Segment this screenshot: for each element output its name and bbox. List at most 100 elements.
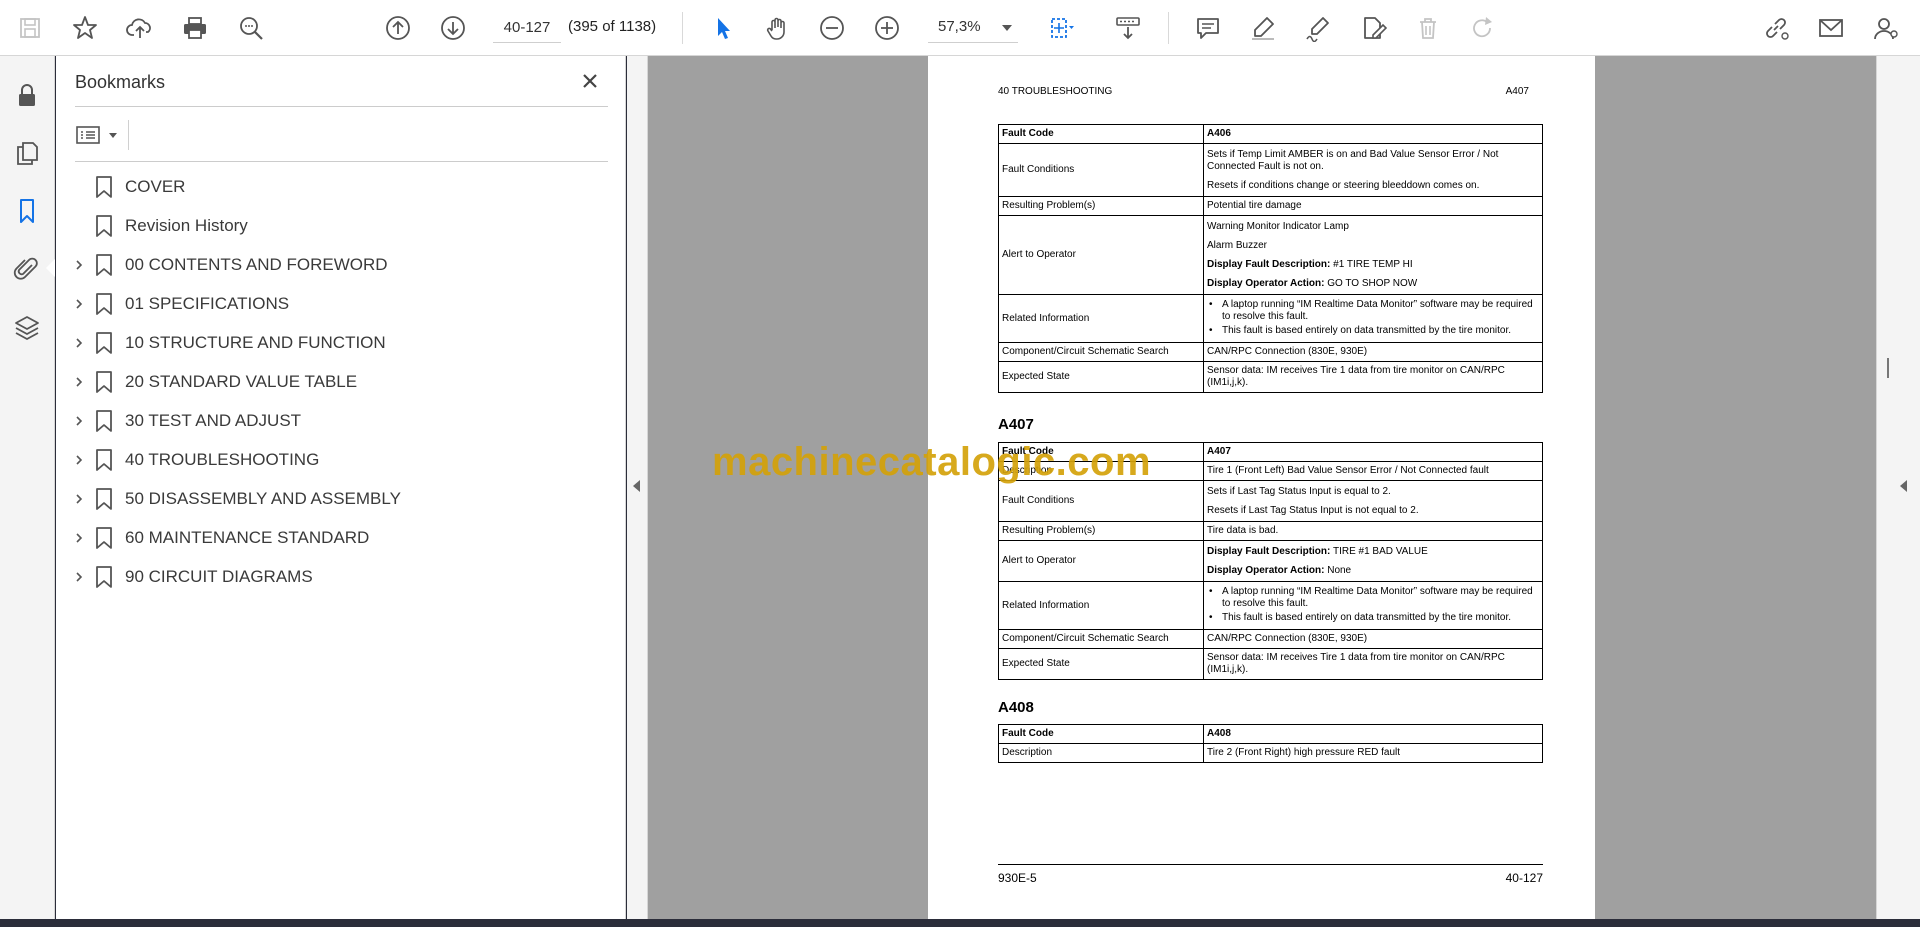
scrollbar-thumb[interactable]: [1887, 358, 1889, 378]
section-title-a408: A408: [998, 699, 1034, 716]
close-icon[interactable]: [575, 66, 605, 96]
layers-icon[interactable]: [8, 308, 46, 346]
chevron-right-icon[interactable]: [70, 412, 88, 430]
chevron-right-icon[interactable]: [70, 256, 88, 274]
bookmark-item-cover[interactable]: COVER: [56, 168, 626, 206]
delete-icon[interactable]: [1409, 9, 1447, 47]
cell-label: Related Information: [998, 294, 1204, 343]
bookmark-item-structure-function[interactable]: 10 STRUCTURE AND FUNCTION: [56, 324, 626, 362]
cell-label: Resulting Problem(s): [998, 521, 1204, 541]
next-page-icon[interactable]: [434, 9, 472, 47]
draw-signature-icon[interactable]: [1299, 9, 1337, 47]
bookmark-item-standard-value-table[interactable]: 20 STANDARD VALUE TABLE: [56, 363, 626, 401]
bookmark-icon: [94, 293, 114, 315]
find-zoom-icon[interactable]: [232, 9, 270, 47]
bookmark-label: 90 CIRCUIT DIAGRAMS: [125, 567, 313, 586]
footer-rule: [998, 864, 1543, 865]
page-header-left: 40 TROUBLESHOOTING: [998, 86, 1113, 97]
bookmark-icon: [94, 176, 114, 198]
bookmark-label: 20 STANDARD VALUE TABLE: [125, 372, 358, 391]
comment-icon[interactable]: [1189, 9, 1227, 47]
cell-value: CAN/RPC Connection (830E, 930E): [1203, 629, 1543, 649]
bookmark-item-contents-foreword[interactable]: 00 CONTENTS AND FOREWORD: [56, 246, 626, 284]
pdf-viewer-app: (395 of 1138) 57,3%: [0, 0, 1920, 927]
bookmark-item-circuit-diagrams[interactable]: 90 CIRCUIT DIAGRAMS: [56, 558, 626, 596]
chevron-right-icon[interactable]: [70, 490, 88, 508]
email-icon[interactable]: [1812, 9, 1850, 47]
zoom-in-icon[interactable]: [868, 9, 906, 47]
chevron-right-icon[interactable]: [70, 295, 88, 313]
cell-label: Expected State: [998, 648, 1204, 680]
share-link-icon[interactable]: [1757, 9, 1795, 47]
panel-collapse-handle[interactable]: [627, 56, 648, 919]
hand-tool-icon[interactable]: [759, 9, 797, 47]
bookmark-label: 00 CONTENTS AND FOREWORD: [125, 255, 388, 274]
bookmark-item-test-adjust[interactable]: 30 TEST AND ADJUST: [56, 402, 626, 440]
star-icon[interactable]: [66, 9, 104, 47]
chevron-down-icon: [109, 133, 117, 138]
zoom-out-icon[interactable]: [813, 9, 851, 47]
cell-value: None: [1324, 565, 1352, 576]
bookmark-item-troubleshooting[interactable]: 40 TROUBLESHOOTING: [56, 441, 626, 479]
highlight-pen-icon[interactable]: [1244, 9, 1282, 47]
bookmark-label: 30 TEST AND ADJUST: [125, 411, 302, 430]
active-panel-pointer: [46, 259, 55, 277]
chevron-right-icon[interactable]: [70, 334, 88, 352]
cell-value: Sensor data: IM receives Tire 1 data fro…: [1203, 648, 1543, 680]
print-icon[interactable]: [176, 9, 214, 47]
right-panel-handle[interactable]: [1876, 56, 1920, 919]
cell-value: #1 TIRE TEMP HI: [1330, 259, 1413, 270]
zoom-level-dropdown[interactable]: 57,3%: [928, 13, 1018, 43]
select-cursor-icon[interactable]: [704, 9, 742, 47]
cell-value: Sensor data: IM receives Tire 1 data fro…: [1203, 361, 1543, 393]
page-number-input[interactable]: [493, 13, 561, 43]
page-footer-right: 40-127: [1505, 871, 1543, 885]
table-row: Fault Code A406: [998, 124, 1543, 144]
lock-icon[interactable]: [8, 76, 46, 114]
save-icon[interactable]: [11, 9, 49, 47]
bookmark-item-specifications[interactable]: 01 SPECIFICATIONS: [56, 285, 626, 323]
cell-value: A408: [1207, 728, 1231, 739]
bookmark-label: 10 STRUCTURE AND FUNCTION: [125, 333, 386, 352]
zoom-level-value: 57,3%: [938, 18, 981, 35]
edit-document-icon[interactable]: [1354, 9, 1392, 47]
bookmark-item-revision-history[interactable]: Revision History: [56, 207, 626, 245]
bookmark-options-button[interactable]: [75, 120, 121, 150]
cell-value: Tire 2 (Front Right) high pressure RED f…: [1203, 743, 1543, 763]
toolbar-divider: [682, 12, 683, 44]
table-row: Component/Circuit Schematic Search CAN/R…: [998, 629, 1543, 649]
bookmark-item-maintenance-standard[interactable]: 60 MAINTENANCE STANDARD: [56, 519, 626, 557]
bookmark-item-disassembly-assembly[interactable]: 50 DISASSEMBLY AND ASSEMBLY: [56, 480, 626, 518]
document-view[interactable]: 40 TROUBLESHOOTING A407 Fault Code A406 …: [648, 56, 1876, 919]
cell-value: Resets if conditions change or steering …: [1207, 180, 1480, 191]
previous-page-icon[interactable]: [379, 9, 417, 47]
table-row: Related Information A laptop running “IM…: [998, 294, 1543, 343]
scroll-mode-icon[interactable]: [1109, 9, 1147, 47]
attachments-icon[interactable]: [8, 250, 46, 288]
table-row: Fault Code A408: [998, 724, 1543, 744]
cell-value: A407: [1207, 446, 1231, 457]
bookmark-panel-icon[interactable]: [8, 192, 46, 230]
cell-label: Expected State: [998, 361, 1204, 393]
fault-table-a408: Fault Code A408 Description Tire 2 (Fron…: [998, 724, 1543, 763]
cell-label: Fault Code: [1002, 128, 1054, 139]
redo-icon[interactable]: [1464, 9, 1502, 47]
bookmark-icon: [94, 449, 114, 471]
cell-value: A laptop running “IM Realtime Data Monit…: [1207, 586, 1539, 610]
panel-title: Bookmarks: [75, 72, 166, 92]
divider: [75, 106, 608, 107]
cell-label: Description: [998, 743, 1204, 763]
chevron-right-icon[interactable]: [70, 529, 88, 547]
chevron-right-icon[interactable]: [70, 373, 88, 391]
page-thumbnails-icon[interactable]: [8, 134, 46, 172]
cell-label: Related Information: [998, 581, 1204, 630]
bookmark-icon: [94, 566, 114, 588]
cloud-upload-icon[interactable]: [121, 9, 159, 47]
cell-label: Alert to Operator: [998, 215, 1204, 295]
fit-page-icon[interactable]: [1041, 9, 1079, 47]
fault-table-a406: Fault Code A406 Fault Conditions Sets if…: [998, 124, 1543, 393]
chevron-right-icon[interactable]: [70, 451, 88, 469]
cell-value: TIRE #1 BAD VALUE: [1330, 546, 1428, 557]
chevron-right-icon[interactable]: [70, 568, 88, 586]
account-icon[interactable]: [1867, 9, 1905, 47]
